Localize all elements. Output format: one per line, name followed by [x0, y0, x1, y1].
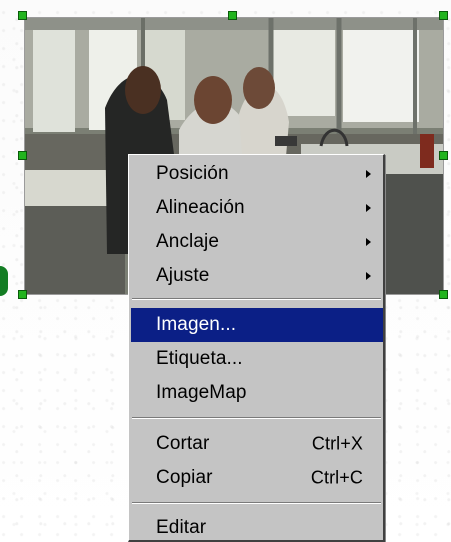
menu-item-ajuste[interactable]: Ajuste: [131, 259, 383, 293]
menu-item-cortar[interactable]: Cortar Ctrl+X: [131, 427, 383, 461]
resize-handle-icon[interactable]: [18, 11, 27, 20]
submenu-arrow-icon: [366, 272, 371, 280]
submenu-arrow-icon: [366, 238, 371, 246]
resize-handle-icon[interactable]: [439, 11, 448, 20]
menu-item-copiar[interactable]: Copiar Ctrl+C: [131, 461, 383, 495]
resize-handle-icon[interactable]: [439, 290, 448, 299]
menu-item-label: Imagen...: [156, 314, 237, 335]
menu-separator: [132, 417, 381, 419]
menu-item-label: Ajuste: [156, 265, 210, 286]
menu-item-editar[interactable]: Editar: [131, 511, 383, 542]
menu-separator: [132, 502, 381, 504]
menu-item-label: Copiar: [156, 467, 213, 488]
menu-item-label: Anclaje: [156, 231, 220, 252]
menu-item-shortcut: Ctrl+C: [310, 467, 363, 488]
resize-handle-icon[interactable]: [439, 151, 448, 160]
menu-item-label: Editar: [156, 517, 207, 538]
resize-handle-icon[interactable]: [228, 11, 237, 20]
menu-item-etiqueta[interactable]: Etiqueta...: [131, 342, 383, 376]
menu-item-posicion[interactable]: Posición: [131, 157, 383, 191]
context-menu: Posición Alineación Anclaje Ajuste Image…: [128, 154, 385, 542]
menu-item-label: ImageMap: [156, 382, 247, 403]
menu-item-label: Cortar: [156, 433, 210, 454]
menu-item-anclaje[interactable]: Anclaje: [131, 225, 383, 259]
resize-handle-icon[interactable]: [18, 290, 27, 299]
menu-item-imagen[interactable]: Imagen...: [131, 308, 383, 342]
menu-item-alineacion[interactable]: Alineación: [131, 191, 383, 225]
menu-item-imagemap[interactable]: ImageMap: [131, 376, 383, 410]
resize-handle-icon[interactable]: [18, 151, 27, 160]
menu-separator: [132, 298, 381, 300]
submenu-arrow-icon: [366, 170, 371, 178]
menu-item-label: Posición: [156, 163, 229, 184]
menu-item-label: Etiqueta...: [156, 348, 243, 369]
menu-item-shortcut: Ctrl+X: [311, 433, 363, 454]
design-canvas: Posición Alineación Anclaje Ajuste Image…: [0, 0, 451, 542]
submenu-arrow-icon: [366, 204, 371, 212]
menu-item-label: Alineación: [156, 197, 245, 218]
edge-marker: [0, 266, 8, 296]
